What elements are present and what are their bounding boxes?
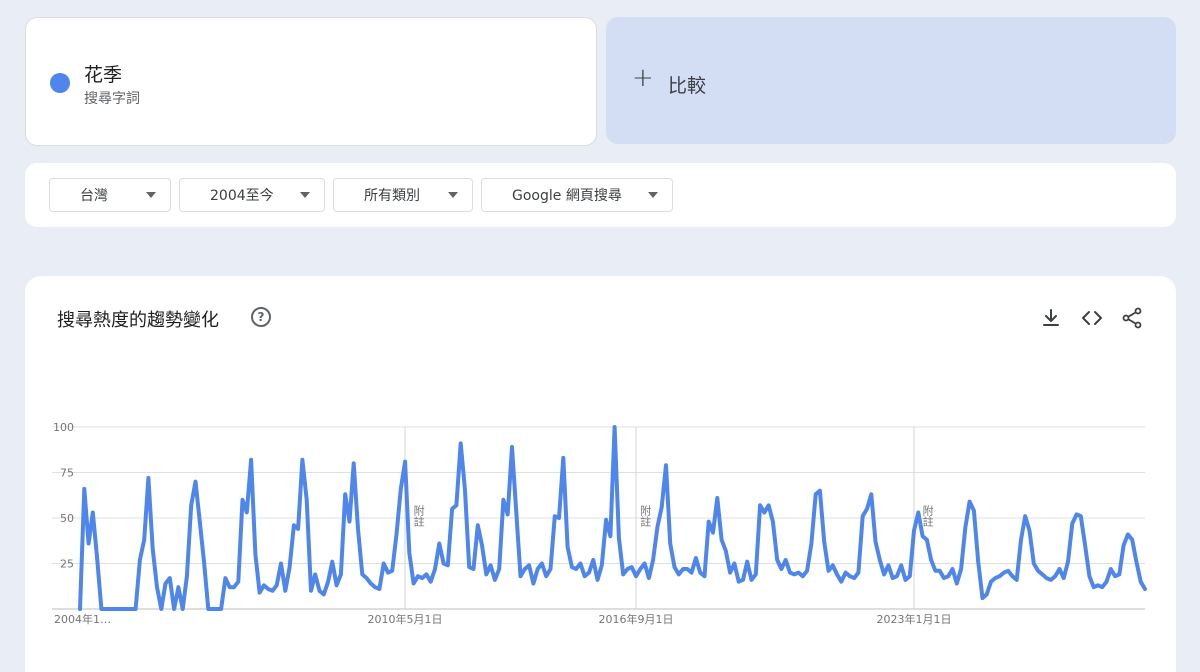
y-tick-label: 75 (60, 467, 74, 480)
y-tick-label: 25 (60, 558, 74, 571)
x-tick-label: 2004年1… (54, 612, 111, 626)
x-tick-label: 2010年5月1日 (368, 612, 443, 626)
annotation-note-marker[interactable]: 附註 (412, 504, 425, 527)
y-tick-label: 100 (53, 421, 74, 434)
trend-chart: 100 75 50 25 2004年1… 2010年5月1日 2016年9月1日 2023年1… (52, 421, 1147, 626)
annotation-note-marker[interactable]: 附註 (639, 504, 652, 527)
y-tick-label: 50 (60, 512, 74, 525)
x-tick-label: 2016年9月1日 (599, 612, 674, 626)
annotation-note-marker[interactable]: 附註 (921, 504, 934, 527)
x-tick-label: 2023年1月1日 (877, 612, 952, 626)
